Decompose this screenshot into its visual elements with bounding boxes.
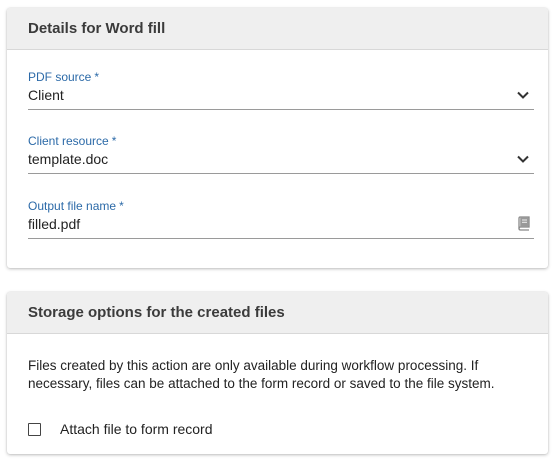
attach-file-label[interactable]: Attach file to form record: [60, 421, 213, 437]
pdf-source-select[interactable]: PDF source * Client: [28, 70, 534, 110]
client-resource-value: template.doc: [28, 151, 109, 167]
chevron-down-icon[interactable]: [516, 88, 530, 102]
output-file-name-field[interactable]: Output file name * filled.pdf: [28, 199, 534, 239]
client-resource-select[interactable]: Client resource * template.doc: [28, 134, 534, 174]
required-marker: *: [119, 199, 124, 213]
attach-file-checkbox[interactable]: [28, 422, 41, 436]
pdf-source-label: PDF source *: [28, 70, 100, 84]
chevron-down-icon[interactable]: [516, 152, 530, 166]
attach-file-checkbox-row[interactable]: Attach file to form record: [28, 421, 213, 437]
pdf-source-value: Client: [28, 87, 64, 103]
client-resource-underline: [28, 173, 534, 174]
details-header: Details for Word fill: [7, 8, 548, 50]
storage-info-text: Files created by this action are only av…: [28, 358, 495, 391]
output-file-name-label: Output file name *: [28, 199, 124, 213]
book-icon[interactable]: [516, 215, 532, 231]
required-marker: *: [94, 70, 100, 84]
details-panel: Details for Word fill PDF source * Client…: [7, 8, 548, 268]
pdf-source-underline: [28, 109, 534, 110]
details-title: Details for Word fill: [28, 20, 166, 37]
output-file-name-value[interactable]: filled.pdf: [28, 216, 80, 232]
storage-panel: Storage options for the created files Fi…: [7, 292, 548, 454]
output-file-name-underline: [28, 238, 534, 239]
storage-header: Storage options for the created files: [7, 292, 548, 334]
required-marker: *: [111, 134, 117, 148]
client-resource-label: Client resource *: [28, 134, 117, 148]
storage-title: Storage options for the created files: [28, 304, 285, 321]
